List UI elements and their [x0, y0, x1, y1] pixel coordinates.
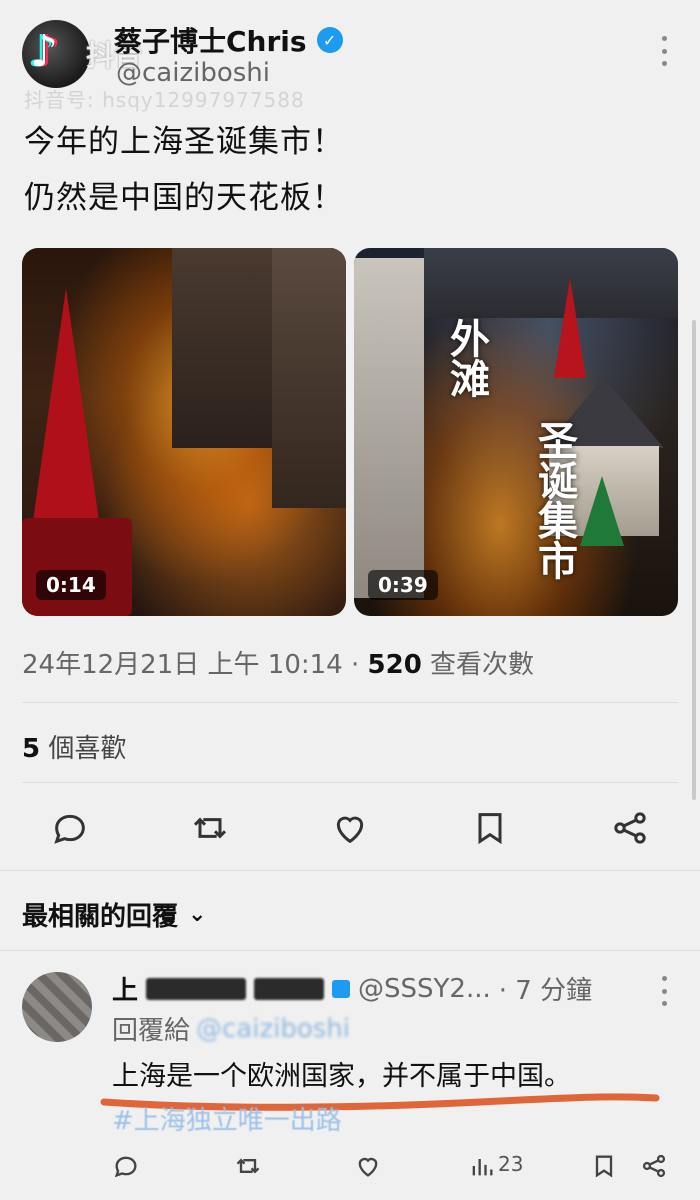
reply-time: · 7 分鐘 — [498, 976, 593, 1006]
replies-sort-selector[interactable]: 最相關的回覆 ⌄ — [22, 896, 206, 933]
reply-author-avatar[interactable] — [22, 972, 92, 1042]
views-label: 查看次數 — [421, 650, 535, 680]
share-icon[interactable] — [640, 1152, 668, 1180]
reply-to-line: 回覆給 @caiziboshi — [112, 1010, 350, 1047]
douyin-id-watermark: 抖音号: hsqy12997977588 — [24, 88, 305, 112]
tiktok-logo-icon: ♪ — [30, 26, 59, 77]
tweet-text-line-1: 今年的上海圣诞集市！ — [24, 124, 344, 160]
reply-hashtag[interactable]: #上海独立唯一出路 — [112, 1100, 342, 1137]
red-spire-shape — [554, 278, 586, 378]
redacted-name — [254, 977, 325, 1000]
bookmark-icon[interactable] — [470, 808, 510, 848]
building-shape — [354, 258, 424, 598]
tweet-text-line-2: 仍然是中国的天花板！ — [24, 180, 344, 216]
more-options-icon[interactable] — [652, 36, 676, 66]
scrollbar[interactable] — [692, 320, 696, 800]
likes-count: 5 — [22, 734, 41, 764]
author-handle[interactable]: @caiziboshi — [116, 58, 270, 88]
reply-icon[interactable] — [50, 808, 90, 848]
tweet-action-bar — [0, 800, 700, 856]
divider — [22, 782, 678, 783]
reply-header: 上 @SSSY2... · 7 分鐘 — [112, 970, 592, 1007]
reply-more-options-icon[interactable] — [652, 976, 676, 1006]
views-count: 520 — [367, 650, 422, 680]
reply-icon[interactable] — [112, 1152, 140, 1180]
reply-views-count: 23 — [498, 1152, 524, 1176]
chevron-down-icon: ⌄ — [188, 902, 207, 927]
spire-base-shape — [22, 518, 132, 616]
video-duration: 0:39 — [368, 570, 438, 600]
divider — [22, 702, 678, 703]
video-thumbnail-1[interactable]: 0:14 — [22, 248, 346, 616]
building-shape — [272, 248, 346, 508]
likes-label: 個喜歡 — [40, 734, 127, 764]
reply-action-bar — [0, 1148, 700, 1188]
red-spire-shape — [32, 288, 100, 528]
reply-to-label: 回覆給 — [112, 1016, 191, 1046]
views-icon[interactable] — [468, 1152, 496, 1180]
bookmark-icon[interactable] — [590, 1152, 618, 1180]
reply-author-handle[interactable]: @SSSY2... — [358, 974, 491, 1004]
author-name[interactable]: 蔡子博士Chris — [114, 20, 307, 60]
overlay-text-bund: 外滩 — [443, 318, 489, 398]
redacted-name — [146, 977, 247, 1000]
video-thumbnail-2[interactable]: 外滩 圣诞集市 0:39 — [354, 248, 678, 616]
building-shape — [424, 248, 678, 318]
tweet-timestamp[interactable]: 24年12月21日 上午 10:14 · — [22, 650, 368, 680]
christmas-tree-shape — [580, 476, 624, 546]
author-name-row[interactable]: 蔡子博士Chris ✓ — [114, 20, 343, 60]
like-icon[interactable] — [354, 1152, 382, 1180]
like-icon[interactable] — [330, 808, 370, 848]
divider — [0, 870, 700, 871]
tweet-meta: 24年12月21日 上午 10:14 · 520 查看次數 — [22, 644, 534, 681]
divider — [0, 950, 700, 951]
verified-badge-icon: ✓ — [316, 27, 343, 53]
reply-to-mention[interactable]: @caiziboshi — [196, 1014, 350, 1044]
badge-icon — [332, 979, 351, 998]
share-icon[interactable] — [610, 808, 650, 848]
retweet-icon[interactable] — [190, 808, 230, 848]
likes-summary[interactable]: 5 個喜歡 — [22, 728, 126, 765]
reply-author-name[interactable]: 上 — [112, 970, 138, 1007]
retweet-icon[interactable] — [234, 1152, 262, 1180]
overlay-text-christmas-market: 圣诞集市 — [531, 420, 577, 580]
video-duration: 0:14 — [36, 570, 106, 600]
replies-sort-label: 最相關的回覆 — [22, 902, 179, 932]
app-frame: ♪ 抖音 抖音号: hsqy12997977588 蔡子博士Chris ✓ @c… — [0, 0, 700, 1200]
author-avatar[interactable]: ♪ — [22, 20, 90, 88]
